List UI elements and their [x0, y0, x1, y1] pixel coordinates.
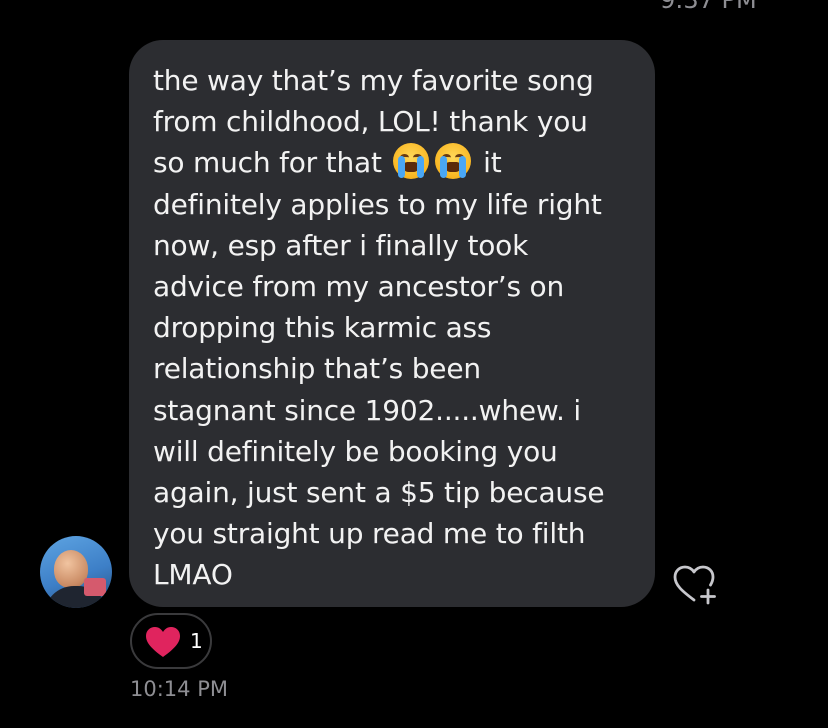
message-line: you straight up read me to filth	[153, 517, 586, 551]
message-line: will definitely be booking you	[153, 434, 558, 468]
message-line: relationship that’s been	[153, 352, 481, 386]
message-fragment: it	[483, 146, 502, 180]
message-line: dropping this karmic ass	[153, 311, 492, 345]
message-line: from childhood, LOL! thank you	[153, 105, 588, 139]
sender-avatar[interactable]	[40, 536, 112, 608]
loudly-crying-face-emoji-icon	[392, 142, 430, 180]
message-line: the way that’s my favorite song	[153, 64, 594, 97]
message-line: LMAO	[153, 558, 233, 592]
clipped-header-time: 9:37 PM	[660, 0, 757, 14]
heart-plus-icon	[673, 565, 716, 605]
add-reaction-button[interactable]	[672, 564, 720, 606]
message-timestamp: 10:14 PM	[130, 677, 228, 701]
message-line: advice from my ancestor’s on	[153, 269, 565, 303]
heart-icon	[146, 627, 180, 657]
message-text: the way that’s my favorite song from chi…	[153, 60, 633, 595]
avatar-head-shape	[54, 550, 88, 588]
message-line-with-emoji: so much for that it	[153, 142, 633, 183]
message-line: definitely applies to my life right	[153, 187, 602, 221]
reaction-count: 1	[190, 629, 203, 653]
message-line: stagnant since 1902.....whew. i	[153, 393, 582, 427]
loudly-crying-face-emoji-icon	[434, 142, 472, 180]
message-bubble[interactable]: the way that’s my favorite song from chi…	[129, 40, 655, 607]
heart-reaction-pill[interactable]: 1	[130, 613, 212, 669]
message-line: now, esp after i finally took	[153, 228, 529, 262]
message-line: again, just sent a $5 tip because	[153, 475, 605, 509]
message-fragment: so much for that	[153, 146, 382, 180]
avatar-card-shape	[84, 578, 106, 596]
